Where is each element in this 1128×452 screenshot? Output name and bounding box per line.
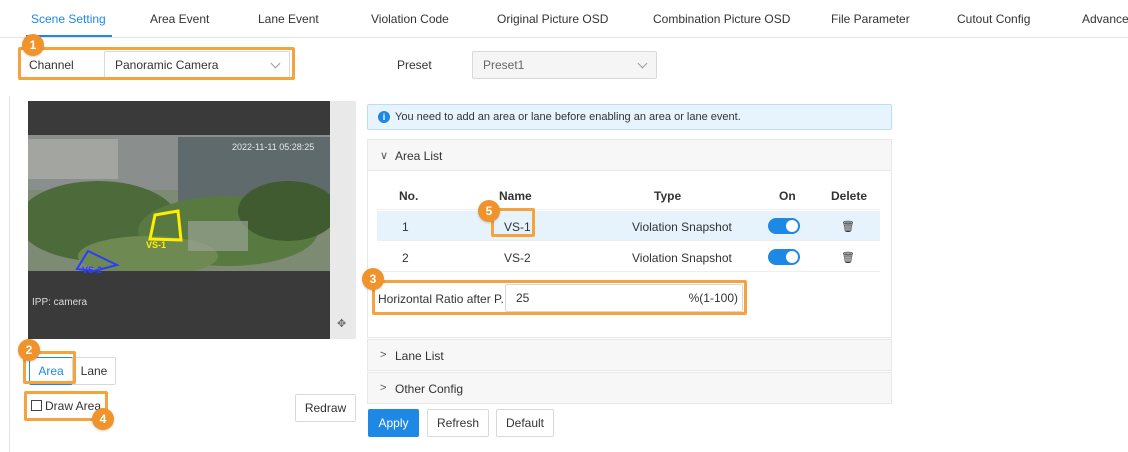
preset-label: Preset <box>397 58 432 72</box>
callout-5: 5 <box>478 200 500 222</box>
tab-combination-picture-osd[interactable]: Combination Picture OSD <box>653 12 790 26</box>
col-on: On <box>779 189 796 203</box>
default-button[interactable]: Default <box>496 409 554 437</box>
horizontal-ratio-input[interactable]: 25 %(1-100) <box>505 284 743 312</box>
tab-file-parameter[interactable]: File Parameter <box>831 12 910 26</box>
preset-value: Preset1 <box>483 58 525 72</box>
move-icon[interactable]: ✥ <box>337 317 346 330</box>
callout-3: 3 <box>362 268 384 290</box>
video-overlay-label: IPP: camera <box>32 297 88 308</box>
tab-lane-event[interactable]: Lane Event <box>258 12 319 26</box>
area-label-vs2: VS-2 <box>82 265 103 275</box>
other-config-title: Other Config <box>395 382 464 396</box>
tab-advanced[interactable]: Advanced <box>1082 12 1128 26</box>
tab-scene-setting[interactable]: Scene Setting <box>31 12 106 26</box>
on-toggle[interactable] <box>768 218 800 234</box>
apply-button[interactable]: Apply <box>368 409 419 437</box>
callout-1: 1 <box>22 34 44 56</box>
other-config-header[interactable]: > Other Config <box>367 372 892 404</box>
col-no: No. <box>399 189 419 203</box>
table-row[interactable]: 1 VS-1 Violation Snapshot 🗑 <box>377 211 880 241</box>
horizontal-ratio-unit: %(1-100) <box>688 291 738 305</box>
callout-2: 2 <box>18 339 40 361</box>
area-table-header: No. Name Type On Delete <box>377 180 880 210</box>
horizontal-ratio-value: 25 <box>516 291 530 305</box>
horizontal-ratio-label: Horizontal Ratio after P... <box>378 292 511 306</box>
channel-value: Panoramic Camera <box>115 58 219 72</box>
channel-label: Channel <box>29 58 74 72</box>
tab-original-picture-osd[interactable]: Original Picture OSD <box>497 12 608 26</box>
on-toggle[interactable] <box>768 249 800 265</box>
tab-bar: Scene Setting Area Event Lane Event Viol… <box>0 0 1128 38</box>
notice-text: You need to add an area or lane before e… <box>395 111 741 123</box>
redraw-button[interactable]: Redraw <box>295 394 356 422</box>
row-type: Violation Snapshot <box>632 251 732 265</box>
video-preview[interactable]: 2022-11-11 05:28:25 VS-1 VS-2 IPP: camer… <box>28 101 356 339</box>
callout-4: 4 <box>92 408 114 430</box>
table-row[interactable]: 2 VS-2 Violation Snapshot 🗑 <box>377 242 880 272</box>
lane-list-header[interactable]: > Lane List <box>367 339 892 371</box>
video-side-strip: ✥ <box>330 101 356 339</box>
chevron-down-icon <box>637 58 648 69</box>
area-list-header[interactable]: ∨ Area List <box>367 139 892 171</box>
delete-icon[interactable]: 🗑 <box>841 220 855 233</box>
row-name: VS-2 <box>504 251 531 265</box>
tab-cutout-config[interactable]: Cutout Config <box>957 12 1030 26</box>
row-type: Violation Snapshot <box>632 220 732 234</box>
area-label-vs1: VS-1 <box>146 240 167 250</box>
row-name: VS-1 <box>504 220 531 234</box>
chevron-down-icon: ∨ <box>380 150 389 162</box>
area-list-title: Area List <box>395 149 443 163</box>
col-delete: Delete <box>831 189 868 203</box>
tab-violation-code[interactable]: Violation Code <box>371 12 449 26</box>
draw-area-icon <box>31 400 42 411</box>
chevron-right-icon: > <box>380 349 387 361</box>
panel-left-border <box>9 96 10 452</box>
tab-area-event[interactable]: Area Event <box>150 12 209 26</box>
video-timestamp: 2022-11-11 05:28:25 <box>232 142 315 152</box>
chevron-right-icon: > <box>380 382 387 394</box>
draw-area-button[interactable]: Draw Area <box>31 399 101 413</box>
area-mode-button[interactable]: Area <box>29 357 73 385</box>
lane-list-title: Lane List <box>395 349 444 363</box>
draw-area-label: Draw Area <box>45 399 102 413</box>
delete-icon[interactable]: 🗑 <box>841 251 855 264</box>
row-no: 1 <box>402 220 409 234</box>
row-no: 2 <box>402 251 409 265</box>
col-name: Name <box>499 189 532 203</box>
chevron-down-icon <box>270 58 281 69</box>
refresh-button[interactable]: Refresh <box>427 409 489 437</box>
preset-select[interactable]: Preset1 <box>472 51 657 79</box>
info-notice: i You need to add an area or lane before… <box>367 104 892 130</box>
channel-select[interactable]: Panoramic Camera <box>104 51 290 79</box>
col-type: Type <box>654 189 682 203</box>
info-icon: i <box>378 111 390 123</box>
lane-mode-button[interactable]: Lane <box>72 357 116 385</box>
